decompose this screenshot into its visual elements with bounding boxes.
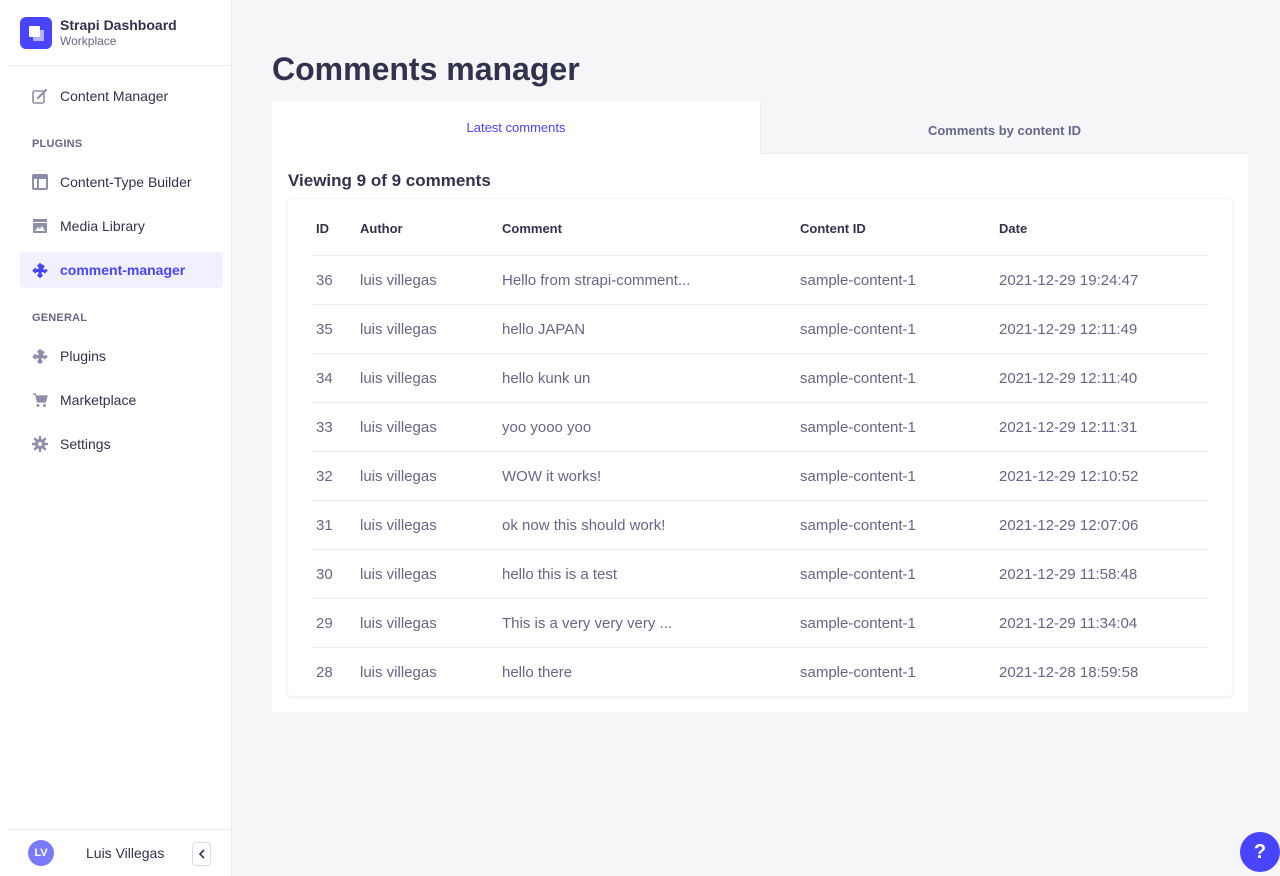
sidebar-item-label: Plugins: [60, 348, 106, 364]
user-profile[interactable]: LV Luis Villegas: [8, 829, 232, 876]
cell-comment: This is a very very very ...: [502, 615, 673, 632]
cell-author: luis villegas: [360, 468, 437, 485]
user-name: Luis Villegas: [86, 845, 165, 861]
table-row[interactable]: 36 luis villegas Hello from strapi-comment…: [312, 255, 1208, 304]
cell-date: 2021-12-29 19:24:47: [999, 272, 1139, 289]
column-header-comment[interactable]: Comment: [502, 221, 562, 236]
column-header-content-id[interactable]: Content ID: [800, 221, 866, 236]
sidebar-item-label: Content-Type Builder: [60, 174, 192, 190]
cell-id: 30: [316, 566, 333, 583]
cell-comment: WOW it works!: [502, 468, 602, 485]
strapi-logo-icon: [20, 16, 52, 49]
cell-content-id: sample-content-1: [800, 664, 916, 681]
viewing-count: Viewing 9 of 9 comments: [288, 171, 491, 190]
cell-id: 28: [316, 664, 333, 681]
cell-id: 36: [316, 272, 333, 289]
page-title: Comments manager: [272, 51, 580, 87]
sidebar-item-label: Settings: [60, 436, 111, 452]
cell-comment: hello kunk un: [502, 370, 591, 387]
avatar[interactable]: LV: [28, 840, 54, 866]
cell-author: luis villegas: [360, 566, 437, 583]
cell-content-id: sample-content-1: [800, 566, 916, 583]
cell-date: 2021-12-29 12:11:49: [999, 321, 1138, 338]
image-icon: [32, 218, 48, 234]
cell-comment: ok now this should work!: [502, 517, 666, 534]
column-header-id[interactable]: ID: [316, 221, 329, 236]
tab-comments-by-content-id[interactable]: Comments by content ID: [760, 101, 1248, 154]
table-row[interactable]: 33 luis villegas yoo yooo yoo sample-conten…: [312, 402, 1208, 451]
layout-icon: [32, 174, 48, 190]
table-row[interactable]: 32 luis villegas WOW it works! sample-conte…: [312, 451, 1208, 500]
chevron-left-icon: [198, 849, 205, 859]
brand-title: Strapi Dashboard: [60, 16, 177, 33]
cell-comment: Hello from strapi-comment...: [502, 272, 691, 289]
sidebar-item-label: Marketplace: [60, 392, 137, 408]
section-general: GENERAL: [32, 312, 88, 324]
cell-id: 33: [316, 419, 333, 436]
cell-date: 2021-12-29 12:07:06: [999, 517, 1139, 534]
section-plugins: PLUGINS: [32, 138, 83, 150]
cell-content-id: sample-content-1: [800, 272, 916, 289]
cell-date: 2021-12-29 12:11:31: [999, 419, 1138, 436]
table-row[interactable]: 28 luis villegas hello there sample-content…: [312, 647, 1208, 696]
gear-icon: [32, 436, 48, 452]
tab-latest-comments[interactable]: Latest comments: [272, 101, 760, 153]
cell-date: 2021-12-29 11:58:48: [999, 566, 1138, 583]
cell-comment: hello JAPAN: [502, 321, 586, 338]
pen-icon: [32, 88, 48, 104]
table-row[interactable]: 30 luis villegas hello this is a test sampl…: [312, 549, 1208, 598]
puzzle-icon: [32, 262, 48, 278]
sidebar-item-label: comment-manager: [60, 262, 186, 278]
sidebar: Strapi Dashboard Workplace Content Manag…: [0, 0, 232, 876]
table-row[interactable]: 31 luis villegas ok now this should work! s…: [312, 500, 1208, 549]
sidebar-item-content-manager[interactable]: Content Manager: [20, 78, 223, 114]
cell-id: 35: [316, 321, 333, 338]
cell-author: luis villegas: [360, 272, 437, 289]
cell-content-id: sample-content-1: [800, 615, 916, 632]
sidebar-item-plugins[interactable]: Plugins: [20, 338, 223, 374]
sidebar-item-marketplace[interactable]: Marketplace: [20, 382, 223, 418]
table-row[interactable]: 35 luis villegas hello JAPAN sample-content…: [312, 304, 1208, 353]
table-row[interactable]: 29 luis villegas This is a very very very …: [312, 598, 1208, 647]
cell-comment: hello this is a test: [502, 566, 618, 583]
sidebar-item-media-library[interactable]: Media Library: [20, 208, 223, 244]
sidebar-item-label: Content Manager: [60, 88, 169, 104]
cell-content-id: sample-content-1: [800, 517, 916, 534]
sidebar-item-content-type-builder[interactable]: Content-Type Builder: [20, 164, 223, 200]
cell-date: 2021-12-29 12:11:40: [999, 370, 1138, 387]
cell-author: luis villegas: [360, 321, 437, 338]
cell-comment: yoo yooo yoo: [502, 419, 592, 436]
cell-author: luis villegas: [360, 517, 437, 534]
sidebar-item-label: Media Library: [60, 218, 145, 234]
brand-subtitle: Workplace: [60, 33, 117, 48]
cell-comment: hello there: [502, 664, 573, 681]
cell-author: luis villegas: [360, 615, 437, 632]
cell-content-id: sample-content-1: [800, 370, 916, 387]
column-header-author[interactable]: Author: [360, 221, 403, 236]
sidebar-item-settings[interactable]: Settings: [20, 426, 223, 462]
cell-date: 2021-12-28 18:59:58: [999, 664, 1139, 681]
cell-author: luis villegas: [360, 419, 437, 436]
cell-date: 2021-12-29 12:10:52: [999, 468, 1139, 485]
cell-id: 29: [316, 615, 333, 632]
cell-id: 31: [316, 517, 333, 534]
cell-author: luis villegas: [360, 370, 437, 387]
brand-header[interactable]: Strapi Dashboard Workplace: [8, 0, 232, 66]
collapse-sidebar-button[interactable]: [192, 842, 211, 866]
sidebar-item-comment-manager[interactable]: comment-manager: [20, 252, 223, 288]
cell-content-id: sample-content-1: [800, 321, 916, 338]
cell-author: luis villegas: [360, 664, 437, 681]
column-header-date[interactable]: Date: [999, 221, 1027, 236]
cell-id: 34: [316, 370, 333, 387]
cell-id: 32: [316, 468, 333, 485]
cell-content-id: sample-content-1: [800, 419, 916, 436]
shopping-cart-icon: [32, 392, 48, 408]
cell-date: 2021-12-29 11:34:04: [999, 615, 1138, 632]
table-row[interactable]: 34 luis villegas hello kunk un sample-conte…: [312, 353, 1208, 402]
cell-content-id: sample-content-1: [800, 468, 916, 485]
puzzle-icon: [32, 348, 48, 364]
help-button[interactable]: ?: [1240, 832, 1280, 872]
comments-panel: Latest comments Comments by content ID V…: [272, 101, 1248, 712]
